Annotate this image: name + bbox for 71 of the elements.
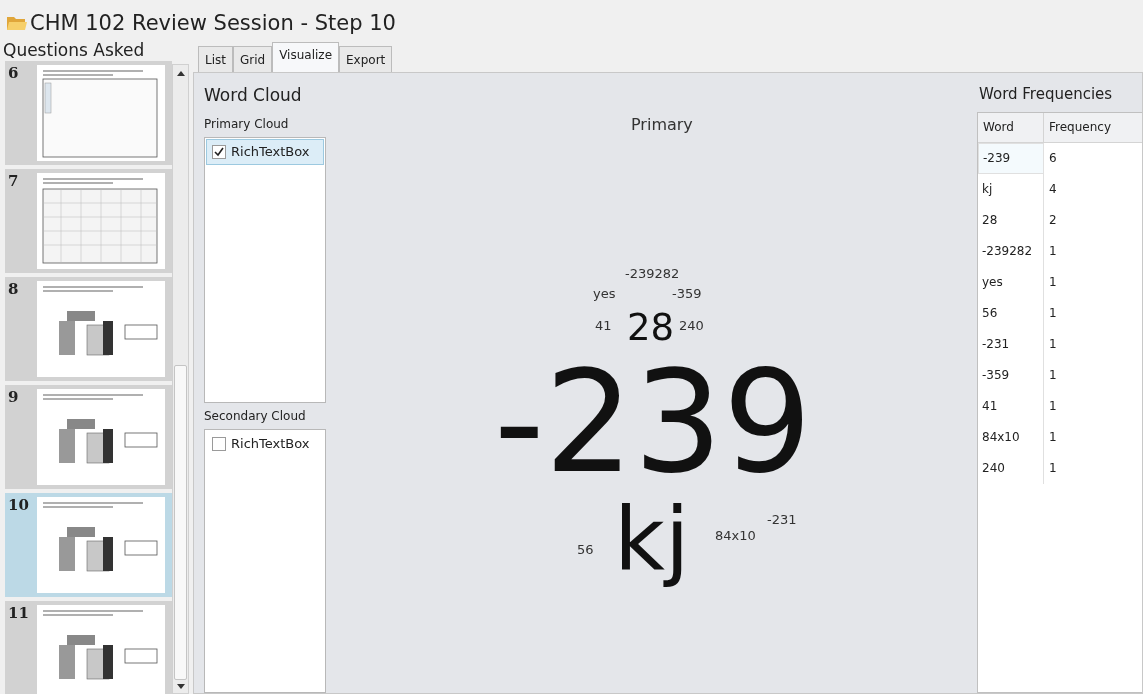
list-label: Secondary Cloud [204,407,307,425]
table-cell[interactable]: 240 [978,452,1044,484]
panel-title: Questions Asked [2,40,146,60]
scroll-up-icon[interactable] [176,71,185,76]
list-item[interactable]: RichTextBox [206,430,324,457]
cloud-word: -239 [494,353,812,493]
cloud-word: -239282 [625,267,680,280]
table-cell[interactable]: 84x10 [978,421,1044,453]
cloud-word: 41 [595,319,612,332]
table-cell[interactable]: 56 [978,297,1044,329]
check-icon [214,146,224,157]
scroll-down-icon[interactable] [176,684,185,689]
tab[interactable]: Export [339,46,393,72]
secondary-list[interactable]: RichTextBox [204,428,326,693]
item-label: RichTextBox [231,142,310,161]
table-cell-text: 1 [1048,429,1058,446]
table-cell[interactable]: -359 [978,359,1044,391]
list-label: Primary Cloud [204,115,290,133]
table-cell[interactable]: 41 [978,390,1044,422]
question-thumbnail[interactable]: 10 [5,493,172,597]
window-title: CHM 102 Review Session - Step 10 [30,10,396,36]
table-cell-text: 1 [1048,367,1058,384]
scrollbar[interactable] [172,64,189,694]
checkbox[interactable] [212,436,226,451]
table-cell-text: 2 [1048,212,1058,229]
table-cell-text: 6 [1048,150,1058,167]
cloud-word: yes [593,287,616,300]
question-number: 7 [7,171,20,192]
tab[interactable]: Visualize [272,42,339,72]
question-number: 10 [7,495,30,516]
table-cell-text: 1 [1048,274,1058,291]
checkbox[interactable] [212,144,226,159]
cloud-title: Primary [631,114,693,136]
table-cell[interactable]: -231 [978,328,1044,360]
question-number: 6 [7,63,20,84]
cloud-word: 56 [577,543,594,556]
item-label: RichTextBox [231,434,310,453]
question-thumbnail[interactable]: 8 [5,277,172,381]
table-cell-text: 1 [1048,460,1058,477]
table-cell-text: 1 [1048,398,1058,415]
list-item[interactable]: RichTextBox [206,138,324,165]
cloud-word: 28 [627,309,675,346]
question-number: 8 [7,279,20,300]
table-cell[interactable]: -239282 [978,235,1044,267]
tab[interactable]: Grid [233,46,273,72]
cloud-word: 240 [679,319,704,332]
cloud-word: -359 [672,287,702,300]
question-thumbnail[interactable]: 9 [5,385,172,489]
section-title: Word Cloud [204,84,303,107]
primary-list[interactable]: RichTextBox [204,136,326,403]
scroll-thumb[interactable] [174,365,187,680]
question-thumbnail[interactable]: 6 [5,61,172,165]
table-cell[interactable]: kj [978,173,1044,205]
question-thumbnail[interactable]: 11 [5,601,172,694]
tab[interactable]: List [198,46,233,72]
table-cell-text: 1 [1048,243,1058,260]
cloud-word: 84x10 [715,529,756,542]
question-number: 9 [7,387,20,408]
table-cell[interactable]: yes [978,266,1044,298]
section-title: Word Frequencies [979,84,1114,105]
folder-icon [6,14,28,32]
table-cell[interactable]: 28 [978,204,1044,236]
column-header[interactable]: Word [978,112,1044,142]
column-header[interactable]: Frequency [1044,112,1142,142]
table-cell-text: 1 [1048,336,1058,353]
cloud-word: -231 [767,513,797,526]
table-cell-text: 4 [1048,181,1058,198]
question-thumbnail[interactable]: 7 [5,169,172,273]
table-cell[interactable]: -239 [978,142,1044,174]
table-cell-text: 1 [1048,305,1058,322]
question-number: 11 [7,603,30,624]
